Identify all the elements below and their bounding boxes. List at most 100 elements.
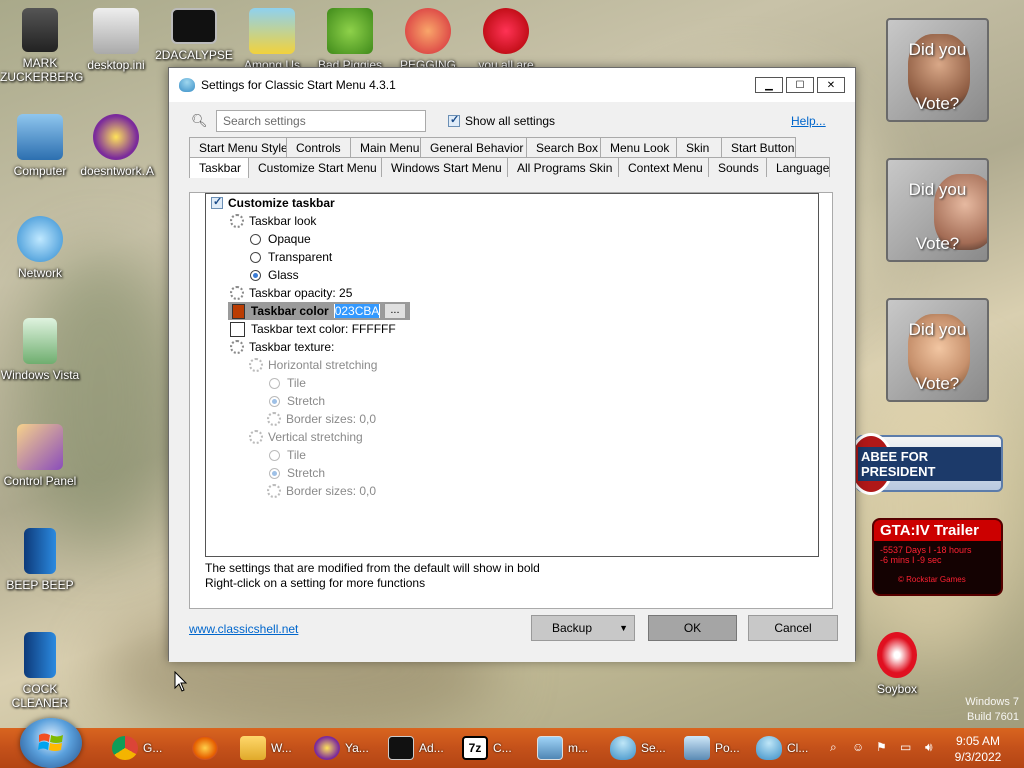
minimize-button[interactable]: ▁ xyxy=(755,77,783,93)
taskbar-item-firefox[interactable] xyxy=(192,732,223,764)
desktop-icon-desktop-ini[interactable]: desktop.ini xyxy=(76,8,156,72)
taskbar-item-image[interactable]: m... xyxy=(537,732,588,764)
backup-button[interactable]: Backup ▼ xyxy=(531,615,635,641)
search-input[interactable]: Search settings xyxy=(216,110,426,132)
tab-search-box[interactable]: Search Box xyxy=(526,137,601,157)
taskbar-opacity-item[interactable]: Taskbar opacity: 25 xyxy=(230,284,352,302)
cancel-button[interactable]: Cancel xyxy=(748,615,838,641)
tab-all-programs-skin[interactable]: All Programs Skin xyxy=(507,157,619,177)
desktop-icon-mark-zuckerberg[interactable]: MARK ZUCKERBERG xyxy=(0,8,83,84)
horizontal-border-sizes-item[interactable]: Border sizes: 0,0 xyxy=(267,410,376,428)
classicshell-link[interactable]: www.classicshell.net xyxy=(189,622,298,636)
taskbar-color-editor[interactable]: Taskbar color 023CBA ... xyxy=(228,302,410,320)
taskbar-item-yahoo[interactable]: Ya... xyxy=(314,732,369,764)
settings-window[interactable]: Settings for Classic Start Menu 4.3.1 ▁ … xyxy=(168,67,856,662)
taskbar-texture-item[interactable]: Taskbar texture: xyxy=(230,338,334,356)
desktop-icon-control-panel[interactable]: Control Panel xyxy=(0,424,80,488)
tab-start-menu-style[interactable]: Start Menu Style xyxy=(189,137,288,157)
power-icon[interactable]: ▭ xyxy=(900,740,914,754)
tab-main-menu[interactable]: Main Menu xyxy=(350,137,421,157)
settings-tree[interactable]: Customize taskbar Taskbar look Opaque Tr… xyxy=(205,193,819,557)
taskbar: G... W... Ya... Ad... 7z C... m... Se...… xyxy=(0,718,1024,768)
customize-taskbar-checkbox[interactable]: Customize taskbar xyxy=(211,194,335,212)
taskbar-item-chrome[interactable]: G... xyxy=(112,732,162,764)
taskbar-color-item[interactable]: Taskbar color 023CBA ... xyxy=(228,302,410,320)
volume-icon[interactable]: 🔊︎ xyxy=(925,740,939,754)
taskbar-color-input[interactable]: 023CBA xyxy=(333,304,380,318)
vertical-stretch-radio[interactable]: Stretch xyxy=(269,464,325,482)
desktop-icon-among-us[interactable]: Among Us xyxy=(232,8,312,72)
search-icon: 🔍︎ xyxy=(191,113,208,128)
vertical-tile-radio[interactable]: Tile xyxy=(269,446,306,464)
desktop-icon-network[interactable]: Network xyxy=(0,216,80,280)
title-bar[interactable]: Settings for Classic Start Menu 4.3.1 ▁ … xyxy=(169,68,855,102)
classic-shell-icon xyxy=(179,78,195,92)
tab-language[interactable]: Language xyxy=(766,157,830,177)
file-icon xyxy=(93,8,139,54)
tab-general-behavior[interactable]: General Behavior xyxy=(420,137,527,157)
desktop-icon-partial[interactable]: A xyxy=(130,114,170,178)
vertical-border-sizes-item[interactable]: Border sizes: 0,0 xyxy=(267,482,376,500)
taskbar-item-computer[interactable]: Po... xyxy=(684,732,740,764)
desktop-icon-devcpp[interactable]: you all are xyxy=(466,8,546,72)
glass-radio[interactable]: Glass xyxy=(250,266,299,284)
chrome-icon xyxy=(112,736,138,760)
taskbar-look-item[interactable]: Taskbar look xyxy=(230,212,316,230)
tab-sounds[interactable]: Sounds xyxy=(708,157,767,177)
emoji-icon[interactable]: ☺ xyxy=(852,740,866,754)
taskbar-item-console[interactable]: Ad... xyxy=(388,732,444,764)
radio-selected-icon xyxy=(250,269,261,281)
maximize-button[interactable]: ☐ xyxy=(786,77,814,93)
taskbar-item-classic-shell[interactable]: Cl... xyxy=(756,732,808,764)
taskbar-item-settings[interactable]: Se... xyxy=(610,732,666,764)
tab-context-menu[interactable]: Context Menu xyxy=(618,157,709,177)
settings-body: 🔍︎ Search settings Show all settings Hel… xyxy=(169,102,855,662)
7zip-icon: 7z xyxy=(462,736,488,760)
console-icon xyxy=(388,736,414,760)
search-icon[interactable]: ⌕ xyxy=(830,740,844,754)
vote-gadget-1[interactable]: Did you Vote? xyxy=(886,18,989,122)
vote-gadget-3[interactable]: Did you Vote? xyxy=(886,298,989,402)
desktop-icon-2dacalypse[interactable]: 2DACALYPSE xyxy=(154,8,234,62)
devcpp-icon xyxy=(483,8,529,54)
taskbar-item-7zip[interactable]: 7z C... xyxy=(462,732,512,764)
horizontal-stretch-radio[interactable]: Stretch xyxy=(269,392,325,410)
desktop-icon-soybox[interactable]: Soybox xyxy=(857,632,937,696)
desktop-icon-computer[interactable]: Computer xyxy=(0,114,80,178)
transparent-radio[interactable]: Transparent xyxy=(250,248,332,266)
network-icon xyxy=(17,216,63,262)
horizontal-stretching-item[interactable]: Horizontal stretching xyxy=(249,356,377,374)
clock[interactable]: 9:05 AM 9/3/2022 xyxy=(948,733,1008,765)
tab-taskbar[interactable]: Taskbar xyxy=(189,157,249,178)
tab-row-1: Start Menu Style Controls Main Menu Gene… xyxy=(189,137,796,157)
vote-gadget-2[interactable]: Did you Vote? xyxy=(886,158,989,262)
tab-skin[interactable]: Skin xyxy=(676,137,722,157)
show-all-settings-checkbox[interactable]: Show all settings xyxy=(448,113,555,128)
ok-button[interactable]: OK xyxy=(648,615,737,641)
help-link[interactable]: Help... xyxy=(791,114,826,128)
taskbar-item-explorer[interactable]: W... xyxy=(240,732,292,764)
desktop-icon-windows-vista[interactable]: Windows Vista xyxy=(0,318,80,382)
tab-menu-look[interactable]: Menu Look xyxy=(600,137,677,157)
desktop-icon-cock-cleaner[interactable]: COCK CLEANER xyxy=(0,632,80,710)
control-panel-icon xyxy=(17,424,63,470)
tab-start-button[interactable]: Start Button xyxy=(721,137,796,157)
huckabee-gadget[interactable]: ABEE FOR PRESIDENT xyxy=(848,433,1003,495)
console-icon xyxy=(171,8,217,44)
close-button[interactable]: ✕ xyxy=(817,77,845,93)
tab-customize-start-menu[interactable]: Customize Start Menu xyxy=(248,157,382,177)
taskbar-text-color-item[interactable]: Taskbar text color: FFFFFF xyxy=(228,320,396,338)
color-picker-button[interactable]: ... xyxy=(383,303,406,319)
opaque-radio[interactable]: Opaque xyxy=(250,230,311,248)
vertical-stretching-item[interactable]: Vertical stretching xyxy=(249,428,363,446)
pig-icon xyxy=(327,8,373,54)
tab-windows-start-menu[interactable]: Windows Start Menu xyxy=(381,157,508,177)
desktop-icon-pegging[interactable]: PEGGING xyxy=(388,8,468,72)
gta-gadget[interactable]: GTA:IV Trailer -5537 Days I -18 hours -6… xyxy=(872,518,1003,596)
horizontal-tile-radio[interactable]: Tile xyxy=(269,374,306,392)
tab-controls[interactable]: Controls xyxy=(286,137,351,157)
desktop-icon-bad-piggies[interactable]: Bad Piggies xyxy=(310,8,390,72)
action-center-flag-icon[interactable]: ⚑ xyxy=(876,740,890,754)
start-button[interactable] xyxy=(20,718,82,768)
desktop-icon-beep-beep[interactable]: BEEP BEEP xyxy=(0,528,80,592)
